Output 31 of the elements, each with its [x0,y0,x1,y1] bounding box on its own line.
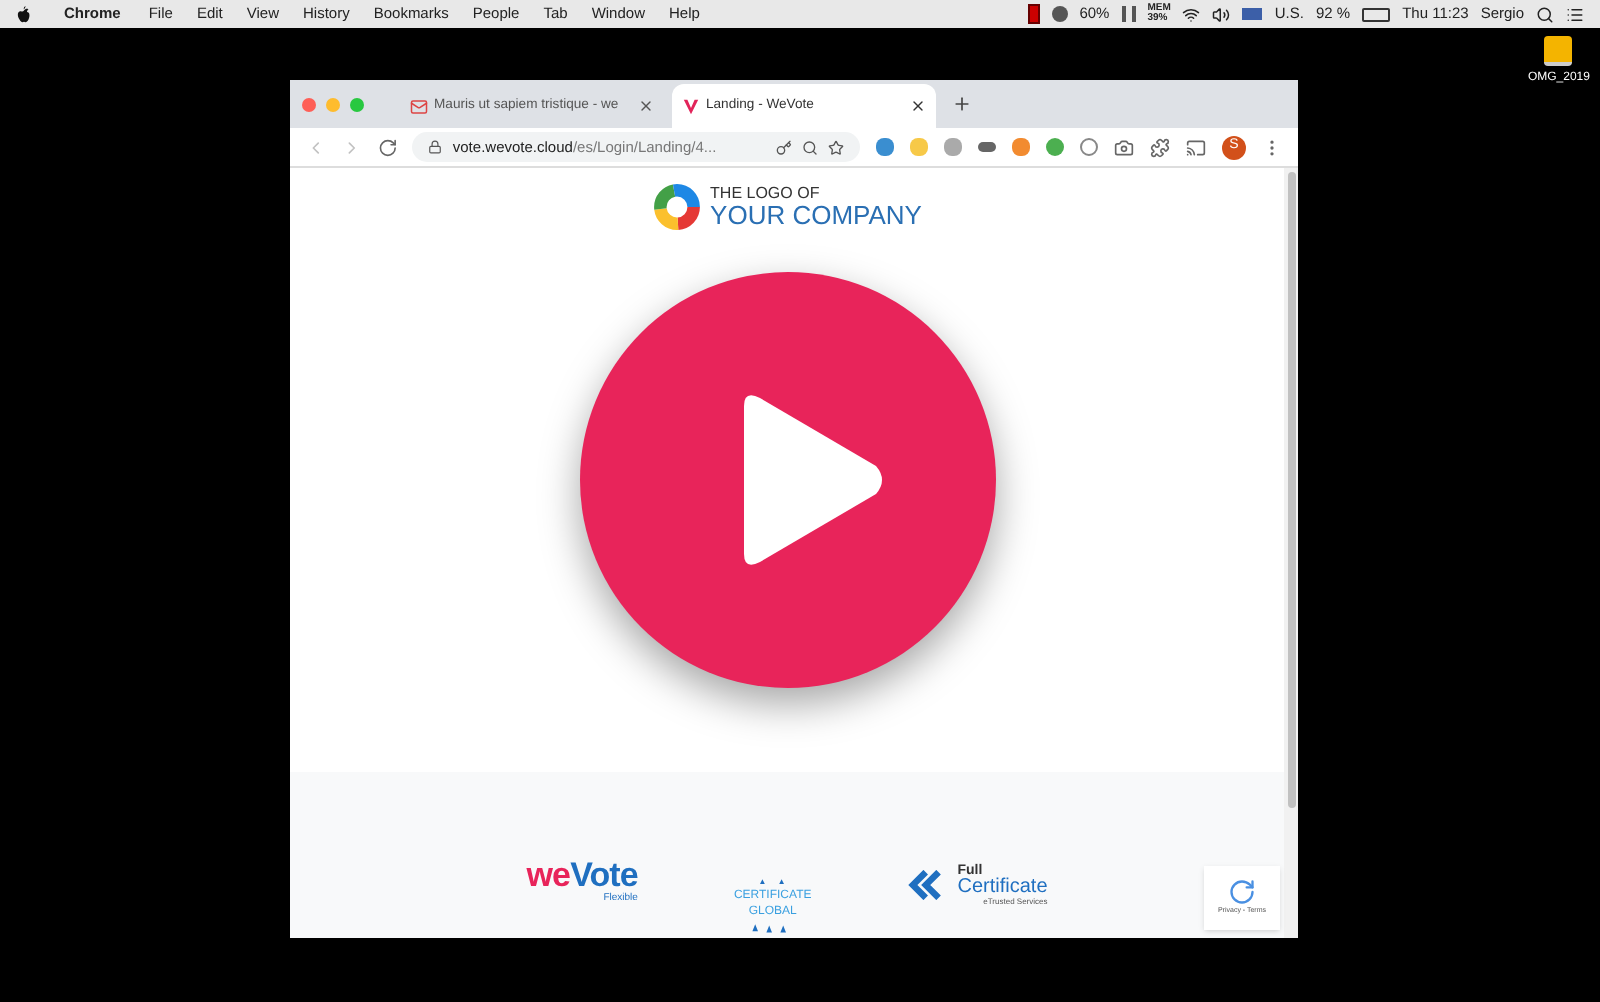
wifi-icon [1182,5,1201,23]
wevote-logo: weVote [526,857,638,891]
menu-icon[interactable] [1566,5,1584,23]
logo-tagline: THE LOGO OF [710,186,822,202]
pause-icon [1121,6,1136,22]
key-icon[interactable] [776,139,793,155]
bookmark-star-icon[interactable] [828,139,845,155]
company-logo-icon [652,182,703,232]
scrollbar[interactable] [1284,168,1298,938]
battery-icon [1362,7,1391,21]
zoom-icon[interactable] [802,139,819,155]
certificate-label: Certificate [957,878,1048,898]
mail-icon [410,97,428,115]
flag-icon [1242,8,1263,20]
search-icon[interactable] [1536,5,1554,23]
v-logo-icon [682,97,700,115]
app-status-icon [1027,4,1040,24]
new-tab-button[interactable] [952,94,972,114]
close-tab-button[interactable] [638,98,654,114]
volume-icon [1212,5,1231,23]
cast-icon[interactable] [1186,137,1207,157]
lock-icon [428,140,443,154]
extensions-icon[interactable] [1150,137,1171,157]
recaptcha-icon [1228,878,1256,907]
reload-button[interactable] [377,137,397,157]
apple-icon[interactable] [16,5,32,23]
close-tab-button[interactable] [910,98,926,114]
logo-company-name: YOUR COMPANY [710,202,922,228]
camera-icon[interactable] [1114,137,1135,157]
round-app-icon [1051,6,1068,22]
drive-icon[interactable] [1544,36,1573,66]
